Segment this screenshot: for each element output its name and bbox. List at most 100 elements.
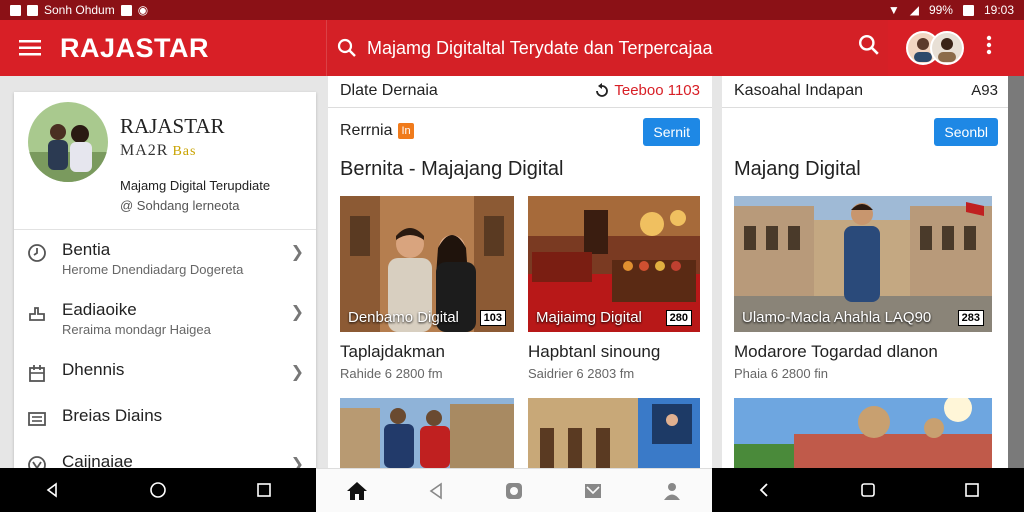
drawer-item-subtitle: Reraima mondagr Haigea [62,322,211,337]
notification-icon [10,4,21,16]
news-item-title[interactable]: Hapbtanl sinoung [528,342,660,362]
android-icon: ◉ [137,3,149,17]
signal-icon: ◢ [909,3,919,17]
news-thumbnail[interactable]: Majiaimg Digital 280 [528,196,700,332]
drawer-item-eadiaoike[interactable]: Eadiaoike Reraima mondagr Haigea ❯ [14,290,316,350]
thumbnail-count-badge: 283 [957,310,984,326]
news-item-meta: Saidrier 6 2803 fm [528,366,635,381]
news-photo [734,398,992,468]
thumbnail-count-badge: 280 [665,310,692,326]
calendar-icon [29,365,45,382]
more-vertical-icon [986,35,992,55]
status-bar: Sonh Ohdum ◉ ▼ ◢ 99% 19:03 [0,0,1024,20]
news-item-meta: Phaia 6 2800 fin [734,366,828,381]
submit-button[interactable]: Sernit [643,118,700,146]
thumbnail-count-badge: 103 [479,310,506,326]
profile-subtitle-text: MA2R [120,142,169,159]
chevron-right-icon: ❯ [290,304,304,321]
home-tab-icon[interactable] [346,481,368,501]
home-icon[interactable] [860,482,876,498]
bottom-tab-bar [316,468,712,512]
news-item-title[interactable]: Taplajdakman [340,342,445,362]
chevron-right-icon: ❯ [290,364,304,381]
app-brand: RAJASTAR [60,32,210,63]
drawer-item-subtitle: Herome Dnendiadarg Dogereta [62,262,244,277]
news-photo [528,398,700,468]
system-nav-bar-left [0,468,316,512]
card-label: Rerrnia In [340,122,414,140]
thumbnail-caption: Ulamo-Macla Ahahla LAQ90 [742,309,932,326]
home-icon[interactable] [149,481,167,499]
news-column-1: Dlate Dernaia Teeboo 1103 Rerrnia In Ser… [328,76,712,468]
system-nav-bar-right [712,468,1024,512]
drawer-item-title: Eadiaoike [62,300,137,319]
column-header: Kasoahal Indapan A93 [722,76,1010,108]
profile-tagline: Majamg Digital Terupdiate [120,178,271,193]
card-label-text: Rerrnia [340,122,393,139]
play-tab-icon[interactable] [427,481,445,500]
hand-icon [29,307,45,321]
back-icon[interactable] [756,482,772,498]
next-column-edge [1008,76,1024,468]
news-thumbnail[interactable] [528,398,700,468]
column-header: Dlate Dernaia Teeboo 1103 [328,76,712,108]
news-item-title[interactable]: Modarore Togardad dlanon [734,342,938,362]
message-icon [120,4,132,16]
drawer-item-dhennis[interactable]: Dhennis ❯ [14,350,316,396]
hamburger-icon [19,40,41,56]
status-time: 19:03 [983,3,1014,17]
news-photo [340,398,514,468]
hamburger-menu-button[interactable] [0,20,60,76]
profile-name: RAJASTAR [120,114,225,138]
search-button[interactable]: Seonbl [934,118,998,146]
battery-icon [962,4,974,16]
news-item-meta: Rahide 6 2800 fm [340,366,443,381]
recents-icon[interactable] [256,482,272,498]
profile-tab-icon[interactable] [662,481,682,501]
account-avatars-button[interactable] [906,30,964,66]
recents-icon[interactable] [964,482,980,498]
search-icon [337,38,356,57]
clock-icon [28,244,46,262]
search-button[interactable] [858,34,880,61]
refresh-icon [596,82,609,97]
notification-icon [27,4,38,16]
drawer-item-title: Dhennis [62,360,125,379]
news-column-2: Kasoahal Indapan A93 Seonbl Majang Digit… [722,76,1010,468]
news-thumbnail[interactable]: Denbamo Digital 103 [340,196,514,332]
chevron-right-icon: ❯ [290,244,304,261]
list-icon [28,412,46,426]
profile-header: RAJASTAR MA2R Bas Majamg Digital Terupdia… [14,92,316,230]
status-app-label: Sonh Ohdum [44,3,115,17]
news-thumbnail[interactable]: Ulamo-Macla Ahahla LAQ90 283 [734,196,992,332]
search-input[interactable]: Majamg Digitaltal Terydate dan Terpercaj… [367,38,713,59]
thumbnail-caption: Majiaimg Digital [536,309,642,326]
column-header-link[interactable]: Teeboo 1103 [594,82,700,99]
drawer-item-bentia[interactable]: Bentia Herome Dnendiadarg Dogereta ❯ [14,230,316,290]
wifi-icon: ▼ [887,3,900,17]
section-title: Bernita - Majajang Digital [340,158,564,180]
card-tag: In [398,123,414,139]
search-bar[interactable]: Majamg Digitaltal Terydate dan Terpercaj… [326,20,888,76]
column-header-link[interactable]: A93 [971,82,998,99]
drawer-item-title: Bentia [62,240,111,259]
profile-avatar[interactable] [28,102,108,182]
section-title: Majang Digital [734,158,861,180]
avatar [906,31,964,65]
more-options-button[interactable] [986,34,992,61]
battery-level: 99% [928,3,953,17]
drawer-item-breias-diains[interactable]: Breias Diains [14,396,316,442]
drawer-item-title: Breias Diains [62,406,163,425]
back-icon[interactable] [44,482,60,498]
profile-subtitle: MA2R Bas [120,142,196,160]
mail-tab-icon[interactable] [583,481,603,501]
thumbnail-caption: Denbamo Digital [348,309,459,326]
news-thumbnail[interactable] [340,398,514,468]
profile-handle: @ Sohdang lerneota [120,198,240,213]
search-icon [858,34,879,55]
news-thumbnail[interactable] [734,398,992,468]
app-bar: RAJASTAR Majamg Digitaltal Terydate dan … [0,20,1024,76]
navigation-drawer: RAJASTAR MA2R Bas Majamg Digital Terupdia… [14,92,316,474]
camera-tab-icon[interactable] [504,481,524,501]
profile-badge: Bas [172,144,197,159]
